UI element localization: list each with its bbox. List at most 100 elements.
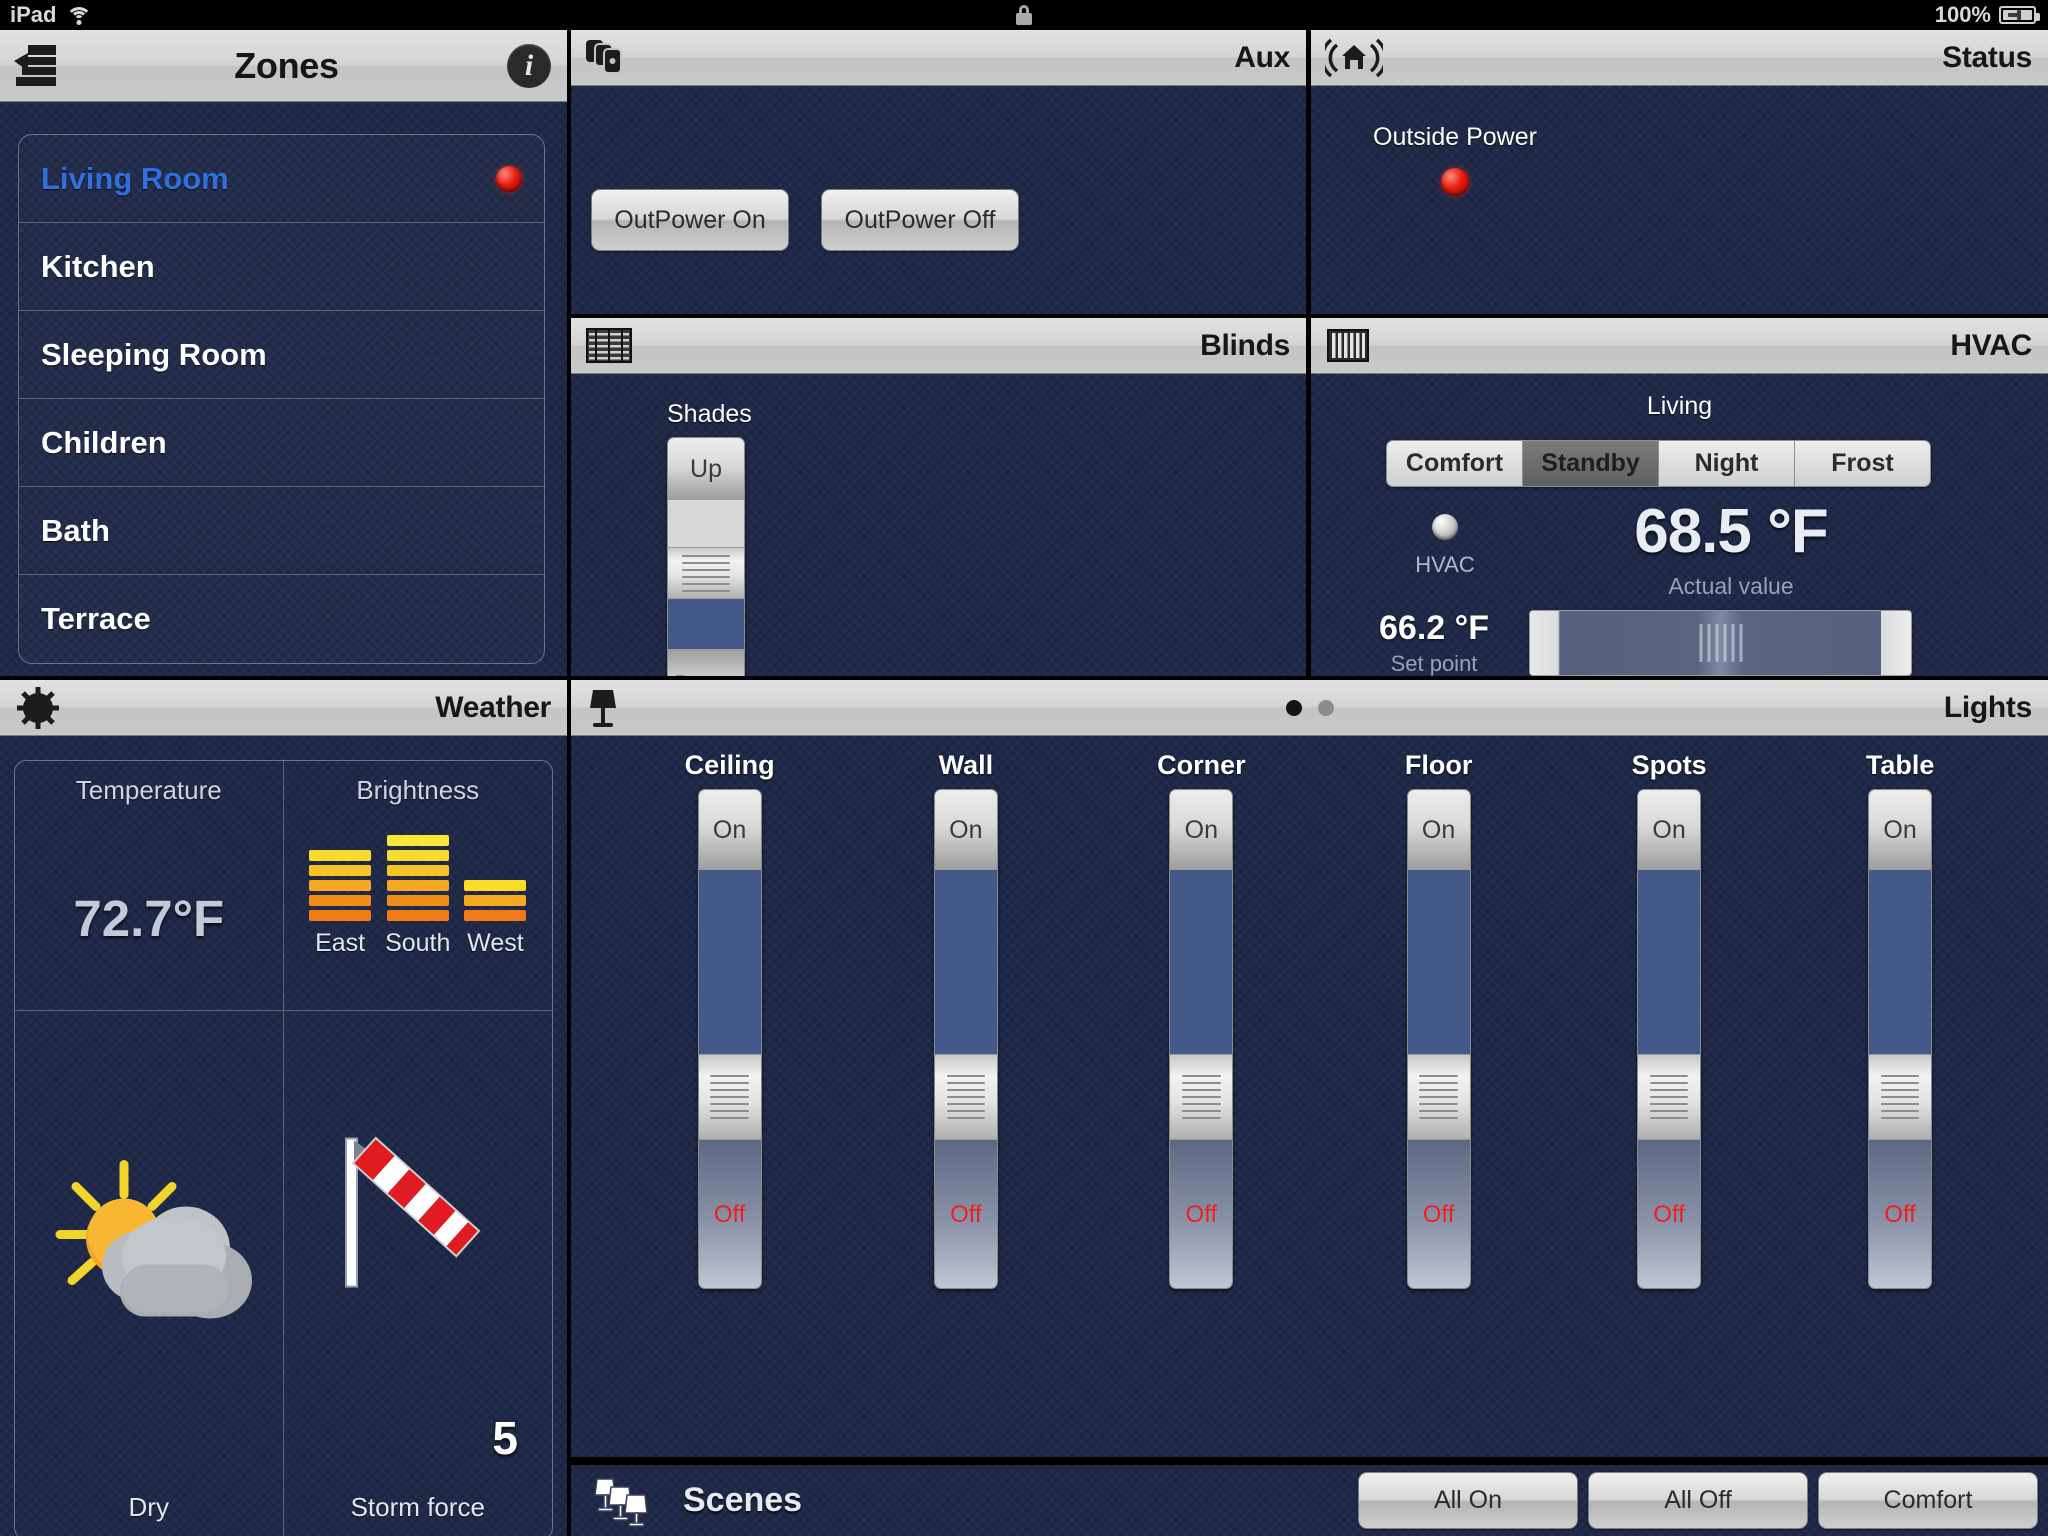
page-title: Zones [234,44,339,86]
hvac-setpoint-slider[interactable] [1529,610,1912,676]
light-slider-table[interactable]: On Off [1868,789,1933,1289]
sidebar-item-sleeping-room[interactable]: Sleeping Room [19,311,544,399]
light-slider-handle[interactable] [1869,1054,1932,1140]
light-off-label[interactable]: Off [1170,1140,1233,1288]
zones-list: Living Room Kitchen Sleeping Room Childr… [18,134,545,664]
all-off-button[interactable]: All Off [1588,1472,1808,1529]
hvac-mode-comfort[interactable]: Comfort [1387,441,1523,486]
light-off-label[interactable]: Off [934,1140,997,1288]
light-off-label[interactable]: Off [698,1140,761,1288]
hvac-setpoint-slider-track-end[interactable] [1881,611,1911,675]
light-off-label[interactable]: Off [1869,1140,1932,1288]
light-control-ceiling: Ceiling On Off [685,750,775,1289]
light-slider-track[interactable] [1170,870,1233,1054]
windsock-icon [328,1125,508,1320]
light-control-table: Table On Off [1866,750,1934,1289]
outpower-on-button[interactable]: OutPower On [591,189,789,251]
hvac-panel: HVAC Living Comfort Standby Night Frost … [1311,318,2048,676]
all-on-button[interactable]: All On [1358,1472,1578,1529]
light-slider-track[interactable] [1638,870,1701,1054]
sidebar-item-children[interactable]: Children [19,399,544,487]
light-slider-floor[interactable]: On Off [1406,789,1471,1289]
light-slider-track[interactable] [1869,870,1932,1054]
light-label: Floor [1404,750,1473,780]
sidebar-item-kitchen[interactable]: Kitchen [19,223,544,311]
shades-slider[interactable]: Up Down [667,437,745,676]
light-slider-handle[interactable] [1407,1054,1470,1140]
brightness-bars [309,850,372,921]
temperature-label: Temperature [75,775,222,805]
light-slider-track[interactable] [934,870,997,1054]
weather-temperature-cell: Temperature 72.7°F [15,761,284,1011]
light-slider-spots[interactable]: On Off [1637,789,1702,1289]
blinds-title: Blinds [1200,328,1290,362]
brightness-east-label: East [315,929,366,957]
shades-track-lower[interactable] [668,599,744,649]
zone-label: Bath [41,512,110,548]
light-on-label[interactable]: On [1638,790,1701,870]
light-on-label[interactable]: On [1407,790,1470,870]
shades-down-label[interactable]: Down [668,649,744,676]
blinds-header: Blinds [571,318,1306,374]
light-control-corner: Corner On Off [1157,750,1246,1289]
wind-force-value: 5 [492,1412,518,1464]
info-button[interactable]: i [506,43,551,88]
hvac-mode-frost[interactable]: Frost [1795,441,1930,486]
brightness-west: West [464,880,527,958]
wind-label: Storm force [350,1492,485,1522]
light-slider-handle[interactable] [1638,1054,1701,1140]
light-control-floor: Floor On Off [1404,750,1473,1289]
page-dot-1[interactable] [1285,700,1302,716]
zone-label: Kitchen [41,248,155,284]
light-on-label[interactable]: On [1170,790,1233,870]
shades-track-upper[interactable] [668,500,744,547]
battery-charging-icon [1999,6,2040,24]
comfort-scene-button[interactable]: Comfort [1818,1472,2038,1529]
hvac-setpoint-value: 66.2 °F [1379,609,1489,647]
hvac-title: HVAC [1950,328,2032,362]
radiator-icon [1325,326,1371,366]
weather-body: Temperature 72.7°F Brightness East South… [0,736,567,1536]
zone-label: Terrace [41,601,151,636]
page-dot-2[interactable] [1317,700,1334,716]
brightness-east: East [309,850,372,958]
weather-wind-cell: 5 Storm force [284,1011,553,1536]
light-off-label[interactable]: Off [1638,1140,1701,1288]
aux-header: Aux [571,30,1306,86]
outpower-off-button[interactable]: OutPower Off [821,189,1019,251]
light-on-label[interactable]: On [698,790,761,870]
sidebar-item-bath[interactable]: Bath [19,487,544,575]
status-body: Outside Power [1311,86,2048,314]
sidebar-item-living-room[interactable]: Living Room [19,135,544,223]
hvac-led-label: HVAC [1415,552,1475,577]
light-slider-corner[interactable]: On Off [1169,789,1234,1289]
light-slider-handle[interactable] [934,1054,997,1140]
weather-panel: Weather Temperature 72.7°F Brightness Ea… [0,680,567,1536]
light-on-label[interactable]: On [1869,790,1932,870]
page-dots[interactable] [1285,700,1334,716]
aux-title: Aux [1234,40,1290,74]
light-slider-ceiling[interactable]: On Off [697,789,762,1289]
light-slider-track[interactable] [1407,870,1470,1054]
light-slider-track[interactable] [698,870,761,1054]
status-label: Outside Power [1373,123,1537,151]
hvac-mode-segmented-control[interactable]: Comfort Standby Night Frost [1386,440,1931,487]
lights-header: Lights [571,680,2048,736]
hvac-setpoint-label: Set point [1390,651,1478,676]
hvac-mode-night[interactable]: Night [1659,441,1795,486]
weather-condition-cell: Dry [15,1011,284,1536]
light-slider-handle[interactable] [1170,1054,1233,1140]
shades-slider-handle[interactable] [668,547,744,599]
status-title: Status [1942,40,2032,74]
divider-vertical-left [567,30,571,1536]
light-label: Corner [1157,750,1246,780]
light-on-label[interactable]: On [934,790,997,870]
hvac-setpoint-slider-handle[interactable] [1699,624,1742,662]
shades-up-label[interactable]: Up [668,438,744,500]
light-slider-wall[interactable]: On Off [933,789,998,1289]
temperature-value: 72.7°F [73,890,225,947]
sidebar-item-terrace[interactable]: Terrace [19,575,544,663]
hvac-mode-standby[interactable]: Standby [1523,441,1659,486]
light-slider-handle[interactable] [698,1054,761,1140]
light-off-label[interactable]: Off [1407,1140,1470,1288]
